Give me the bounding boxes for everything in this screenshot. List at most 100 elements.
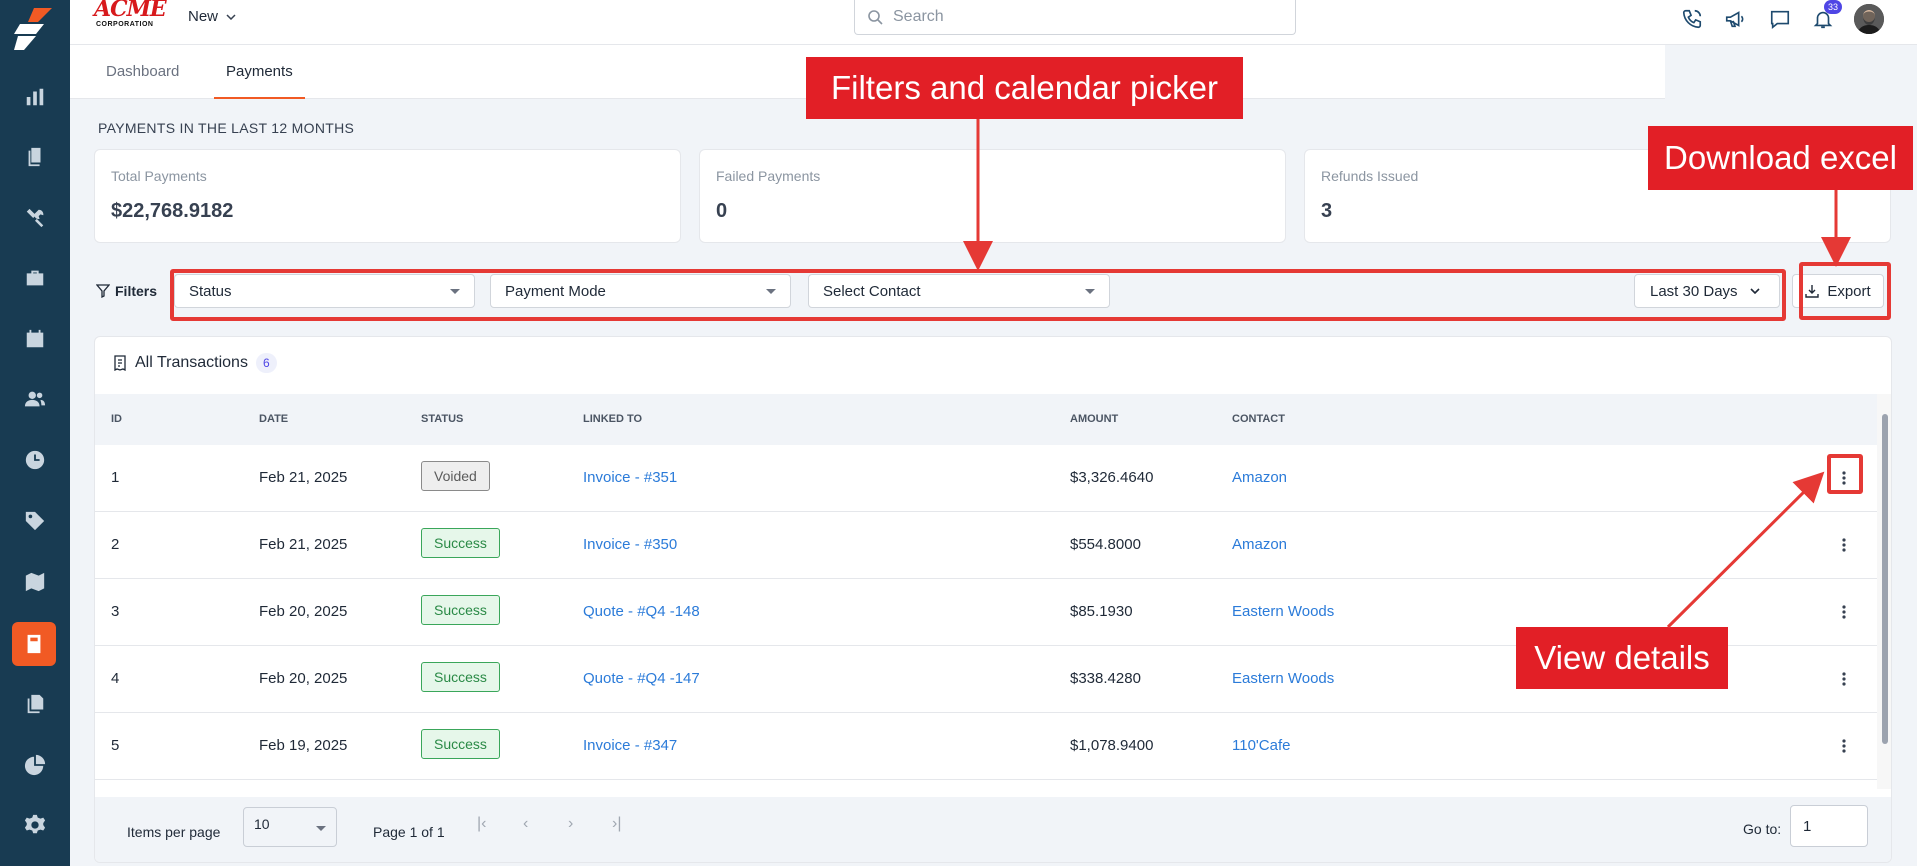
- phone-icon[interactable]: [1677, 4, 1707, 34]
- goto-page-input[interactable]: [1790, 805, 1868, 847]
- cell-id: 5: [111, 737, 120, 754]
- top-bar: ACME CORPORATION New 33: [70, 0, 1917, 45]
- app-logo-icon[interactable]: [14, 8, 56, 50]
- linked-document-link[interactable]: Quote - #Q4 -148: [583, 603, 700, 620]
- cell-date: Feb 19, 2025: [259, 737, 348, 754]
- filters-annotation-label: Filters and calendar picker: [806, 57, 1243, 119]
- cell-amount: $85.1930: [1070, 603, 1133, 620]
- table-row[interactable]: 5 Feb 19, 2025 Success Invoice - #347 $1…: [95, 713, 1877, 780]
- table-row[interactable]: 1 Feb 21, 2025 Voided Invoice - #351 $3,…: [95, 445, 1877, 512]
- contact-link[interactable]: Eastern Woods: [1232, 670, 1334, 687]
- export-annotation-label: Download excel: [1648, 126, 1913, 190]
- megaphone-icon[interactable]: [1720, 4, 1750, 34]
- details-annotation-label: View details: [1516, 627, 1728, 689]
- notifications-badge: 33: [1824, 0, 1842, 14]
- briefcase-icon[interactable]: [19, 262, 51, 294]
- cell-amount: $554.8000: [1070, 536, 1141, 553]
- stat-value: $22,768.9182: [111, 200, 234, 222]
- cell-amount: $3,326.4640: [1070, 469, 1154, 486]
- linked-document-link[interactable]: Quote - #Q4 -147: [583, 670, 700, 687]
- status-badge: Success: [421, 729, 500, 759]
- table-header: ID DATE STATUS LINKED TO AMOUNT CONTACT: [95, 394, 1877, 445]
- files-icon[interactable]: [19, 688, 51, 720]
- settings-icon[interactable]: [19, 809, 51, 841]
- linked-document-link[interactable]: Invoice - #347: [583, 737, 677, 754]
- items-per-page-select[interactable]: 10: [243, 807, 337, 847]
- cell-date: Feb 21, 2025: [259, 536, 348, 553]
- table-row[interactable]: 2 Feb 21, 2025 Success Invoice - #350 $5…: [95, 512, 1877, 579]
- linked-document-link[interactable]: Invoice - #351: [583, 469, 677, 486]
- cell-id: 3: [111, 603, 120, 620]
- cell-date: Feb 21, 2025: [259, 469, 348, 486]
- tag-icon[interactable]: [19, 505, 51, 537]
- transactions-header: All Transactions 6: [113, 353, 277, 373]
- cell-amount: $1,078.9400: [1070, 737, 1154, 754]
- status-badge: Success: [421, 528, 500, 558]
- tab-dashboard[interactable]: Dashboard: [94, 45, 191, 99]
- user-avatar[interactable]: [1854, 4, 1884, 34]
- contact-link[interactable]: Eastern Woods: [1232, 603, 1334, 620]
- tab-payments[interactable]: Payments: [214, 45, 305, 99]
- table-scrollbar[interactable]: [1877, 394, 1891, 789]
- contact-link[interactable]: Amazon: [1232, 536, 1287, 553]
- transactions-card: All Transactions 6 ID DATE STATUS LINKED…: [94, 336, 1892, 863]
- column-header-amount[interactable]: AMOUNT: [1070, 413, 1118, 425]
- calendar-icon[interactable]: [19, 323, 51, 355]
- contact-link[interactable]: 110'Cafe: [1232, 737, 1290, 754]
- more-actions-icon[interactable]: [1832, 599, 1856, 625]
- contact-link[interactable]: Amazon: [1232, 469, 1287, 486]
- status-badge: Voided: [421, 461, 490, 491]
- stat-value: 0: [716, 200, 728, 222]
- cell-id: 2: [111, 536, 120, 553]
- chevron-down-icon: [316, 826, 326, 831]
- reports-icon[interactable]: [19, 81, 51, 113]
- cell-date: Feb 20, 2025: [259, 670, 348, 687]
- status-badge: Success: [421, 595, 500, 625]
- notifications-bell-icon[interactable]: 33: [1808, 0, 1842, 34]
- pie-chart-icon[interactable]: [19, 749, 51, 781]
- stat-card-total-payments: Total Payments $22,768.9182: [94, 149, 681, 243]
- contacts-icon[interactable]: [19, 383, 51, 415]
- column-header-id[interactable]: ID: [111, 413, 122, 425]
- first-page-icon[interactable]: |‹: [477, 815, 486, 833]
- last-page-icon[interactable]: ›|: [612, 815, 621, 833]
- column-header-linked-to[interactable]: LINKED TO: [583, 413, 642, 425]
- more-actions-icon[interactable]: [1832, 666, 1856, 692]
- column-header-date[interactable]: DATE: [259, 413, 288, 425]
- cell-id: 1: [111, 469, 120, 486]
- map-icon[interactable]: [19, 566, 51, 598]
- next-page-icon[interactable]: ›: [568, 815, 573, 833]
- clock-icon[interactable]: [19, 444, 51, 476]
- stat-card-failed-payments: Failed Payments 0: [699, 149, 1286, 243]
- section-title: PAYMENTS IN THE LAST 12 MONTHS: [98, 120, 355, 136]
- more-actions-icon[interactable]: [1832, 532, 1856, 558]
- chat-icon[interactable]: [1765, 4, 1795, 34]
- cell-amount: $338.4280: [1070, 670, 1141, 687]
- details-highlight-box: [1827, 454, 1863, 494]
- column-header-contact[interactable]: CONTACT: [1232, 413, 1285, 425]
- stat-label: Total Payments: [111, 168, 207, 184]
- goto-label: Go to:: [1743, 821, 1782, 837]
- cell-date: Feb 20, 2025: [259, 603, 348, 620]
- filters-highlight-box: [170, 269, 1786, 321]
- more-actions-icon[interactable]: [1832, 733, 1856, 759]
- previous-page-icon[interactable]: ‹: [523, 815, 528, 833]
- receipt-icon: [114, 355, 126, 371]
- status-badge: Success: [421, 662, 500, 692]
- items-per-page-label: Items per page: [127, 824, 221, 840]
- documents-icon[interactable]: [19, 141, 51, 173]
- items-per-page-value: 10: [254, 816, 270, 832]
- sidebar: [0, 0, 70, 866]
- payments-icon[interactable]: [12, 622, 56, 666]
- pagination-bar: Items per page 10 Page 1 of 1 |‹ ‹ › ›| …: [95, 797, 1891, 862]
- column-header-status[interactable]: STATUS: [421, 413, 463, 425]
- filter-icon: [96, 284, 110, 298]
- stat-value: 3: [1321, 200, 1333, 222]
- transactions-title: All Transactions: [135, 354, 248, 371]
- scrollbar-thumb[interactable]: [1882, 414, 1888, 744]
- transactions-count-badge: 6: [255, 353, 277, 373]
- export-highlight-box: [1799, 262, 1891, 320]
- stat-label: Failed Payments: [716, 168, 821, 184]
- tools-icon[interactable]: [19, 202, 51, 234]
- linked-document-link[interactable]: Invoice - #350: [583, 536, 677, 553]
